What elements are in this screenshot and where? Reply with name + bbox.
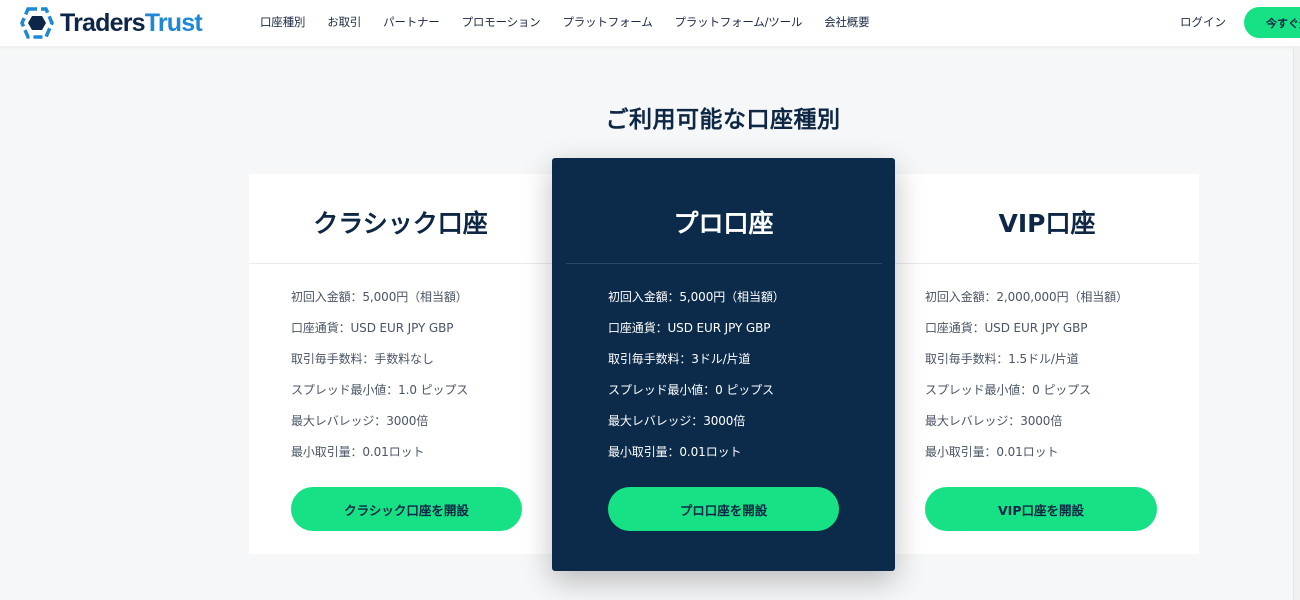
site-header: TradersTrust 口座種別 お取引 パートナー プロモーション プラット… [0, 0, 1300, 47]
logo-mark-icon [20, 7, 54, 39]
nav-item-platforms[interactable]: プラットフォーム [562, 14, 652, 30]
feature-min-lot: 最小取引量：0.01ロット [291, 445, 425, 459]
feature-commission: 取引毎手数料：3ドル/片道 [608, 352, 751, 366]
feature-min-lot: 最小取引量：0.01ロット [925, 445, 1059, 459]
feature-min-deposit: 初回入金額：5,000円（相当額） [608, 290, 785, 304]
open-classic-account-button[interactable]: クラシック口座を開設 [291, 487, 522, 531]
card-divider [566, 263, 882, 264]
card-divider [249, 263, 552, 264]
nav-item-trading[interactable]: お取引 [327, 14, 361, 30]
feature-currencies: 口座通貨：USD EUR JPY GBP [608, 321, 771, 335]
feature-min-spread: スプレッド最小値：0 ピップス [608, 383, 774, 397]
feature-commission: 取引毎手数料：手数料なし [291, 352, 434, 366]
feature-min-deposit: 初回入金額：5,000円（相当額） [291, 290, 468, 304]
card-title: クラシック口座 [313, 209, 488, 238]
open-vip-account-button[interactable]: VIP口座を開設 [925, 487, 1157, 531]
account-card-vip: VIP口座 初回入金額：2,000,000円（相当額） 口座通貨：USD EUR… [895, 174, 1199, 554]
feature-max-leverage: 最大レバレッジ：3000倍 [608, 414, 746, 428]
card-title: プロ口座 [673, 209, 774, 238]
feature-max-leverage: 最大レバレッジ：3000倍 [925, 414, 1063, 428]
logo[interactable]: TradersTrust [20, 7, 203, 39]
feature-min-deposit: 初回入金額：2,000,000円（相当額） [925, 290, 1128, 304]
feature-list: 初回入金額：5,000円（相当額） 口座通貨：USD EUR JPY GBP 取… [291, 289, 468, 475]
feature-min-lot: 最小取引量：0.01ロット [608, 445, 742, 459]
account-card-classic: クラシック口座 初回入金額：5,000円（相当額） 口座通貨：USD EUR J… [249, 174, 552, 554]
feature-currencies: 口座通貨：USD EUR JPY GBP [925, 321, 1088, 335]
feature-min-spread: スプレッド最小値：0 ピップス [925, 383, 1091, 397]
logo-text: TradersTrust [60, 8, 203, 37]
card-title: VIP口座 [998, 209, 1096, 238]
register-now-button[interactable]: 今すぐ登 [1244, 7, 1300, 38]
nav-item-partners[interactable]: パートナー [383, 14, 440, 30]
nav-item-company[interactable]: 会社概要 [824, 14, 869, 30]
feature-list: 初回入金額：5,000円（相当額） 口座通貨：USD EUR JPY GBP 取… [608, 289, 785, 475]
account-card-pro: プロ口座 初回入金額：5,000円（相当額） 口座通貨：USD EUR JPY … [552, 158, 895, 571]
feature-list: 初回入金額：2,000,000円（相当額） 口座通貨：USD EUR JPY G… [925, 289, 1128, 475]
section-title: ご利用可能な口座種別 [605, 107, 841, 133]
nav-item-account-types[interactable]: 口座種別 [260, 14, 305, 30]
feature-commission: 取引毎手数料：1.5ドル/片道 [925, 352, 1079, 366]
login-link[interactable]: ログイン [1180, 14, 1226, 30]
card-divider [895, 263, 1199, 264]
open-pro-account-button[interactable]: プロ口座を開設 [608, 487, 839, 531]
nav-item-platforms-tools[interactable]: プラットフォーム/ツール [675, 14, 803, 30]
nav-item-promotions[interactable]: プロモーション [462, 14, 541, 30]
feature-max-leverage: 最大レバレッジ：3000倍 [291, 414, 429, 428]
feature-currencies: 口座通貨：USD EUR JPY GBP [291, 321, 454, 335]
main-nav: 口座種別 お取引 パートナー プロモーション プラットフォーム プラットフォーム… [260, 0, 891, 44]
feature-min-spread: スプレッド最小値：1.0 ピップス [291, 383, 469, 397]
